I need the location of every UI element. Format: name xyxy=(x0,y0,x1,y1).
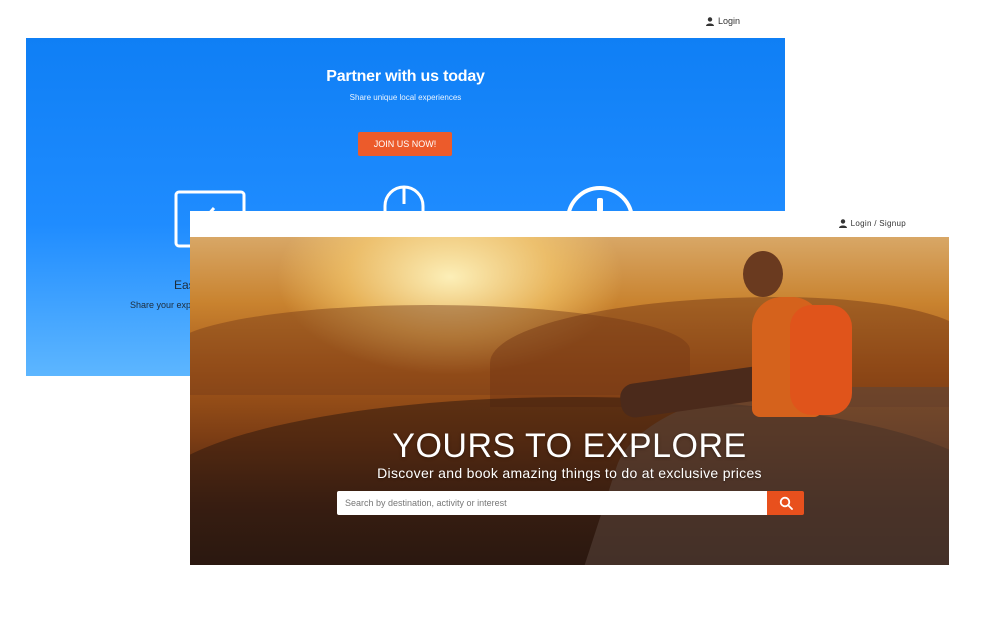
search-bar xyxy=(337,491,804,515)
login-signup-label: Login / Signup xyxy=(850,219,906,228)
search-button[interactable] xyxy=(767,491,804,515)
join-us-button[interactable]: JOIN US NOW! xyxy=(358,132,452,156)
hiker-backpack xyxy=(790,305,852,415)
search-input[interactable] xyxy=(337,491,767,515)
hiker-head xyxy=(743,251,783,297)
partner-login-link[interactable]: Login xyxy=(706,14,740,28)
hero-title: YOURS TO EXPLORE xyxy=(392,427,747,465)
user-icon xyxy=(706,16,714,26)
explore-top-bar: Login / Signup xyxy=(190,211,949,237)
hero-subtitle: Discover and book amazing things to do a… xyxy=(377,465,762,481)
partner-subtitle: Share unique local experiences xyxy=(349,93,462,102)
user-icon xyxy=(838,219,847,228)
partner-title: Partner with us today xyxy=(326,68,485,85)
explore-hero: YOURS TO EXPLORE Discover and book amazi… xyxy=(190,237,949,565)
feature-text: Share your exp xyxy=(130,300,192,310)
login-signup-link[interactable]: Login / Signup xyxy=(838,219,906,228)
search-icon xyxy=(779,496,793,510)
partner-login-label: Login xyxy=(718,16,741,26)
